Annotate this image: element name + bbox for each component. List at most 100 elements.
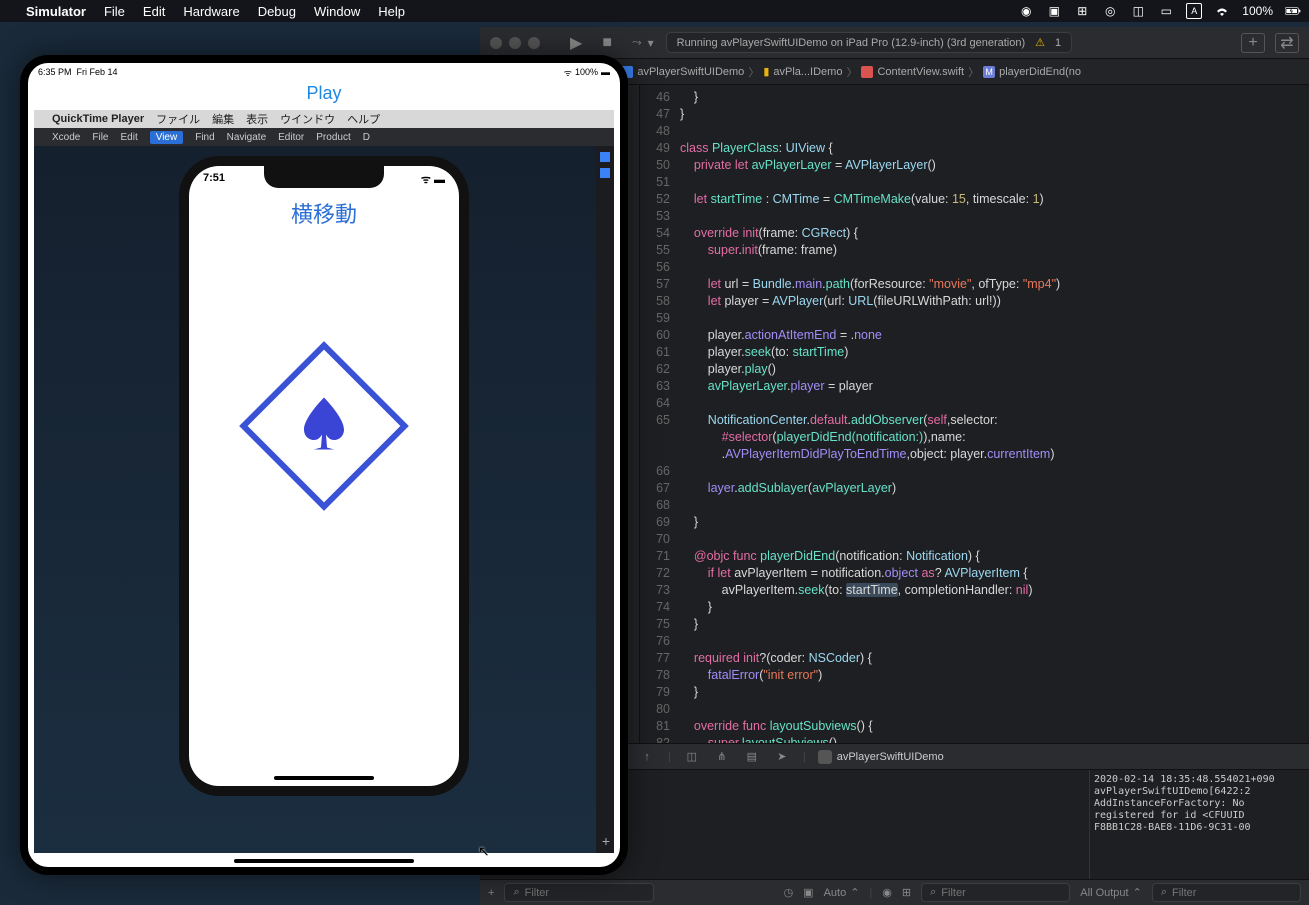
battery-icon[interactable] (1285, 3, 1301, 19)
macos-menubar: Simulator File Edit Hardware Debug Windo… (0, 0, 1309, 22)
ipad-date: Fri Feb 14 (77, 67, 118, 77)
expand-icon[interactable]: ▣ (803, 886, 813, 899)
iphone-notch (264, 166, 384, 188)
ipad-time: 6:35 PM (38, 67, 72, 77)
swift-file-icon (861, 66, 873, 78)
iphone-app-title: 横移動 (189, 197, 459, 229)
crumb-project[interactable]: avPlayerSwiftUIDemo (637, 66, 744, 78)
run-button[interactable]: ▶ (570, 33, 582, 53)
battery-icon: ▬ (601, 67, 610, 77)
active-app-name[interactable]: Simulator (26, 4, 86, 19)
eye-icon[interactable]: ◉ (882, 886, 892, 899)
auto-selector[interactable]: Auto⌃ (824, 886, 860, 899)
filter-input-1[interactable] (525, 887, 645, 899)
battery-percent: 100% (1242, 4, 1273, 18)
app-icon (818, 750, 832, 764)
xc-menu-item: File (92, 132, 108, 143)
xc-menu-item: Product (316, 132, 350, 143)
menubar-icon-2[interactable]: ⊞ (1074, 3, 1090, 19)
spade-icon (299, 396, 349, 457)
nav-icon (600, 152, 610, 162)
menubar-icon-3[interactable]: ◎ (1102, 3, 1118, 19)
code-review-button[interactable]: ⇄ (1275, 33, 1299, 53)
crumb-symbol[interactable]: playerDidEnd(no (999, 66, 1081, 78)
debug-footer: + ⌕ ◷ ▣ Auto⌃ | ◉ ⊞ ⌕ All Output⌃ ⌕ (480, 879, 1309, 905)
memory-graph-icon[interactable]: ⋔ (713, 750, 731, 763)
iphone-home-indicator (274, 776, 374, 780)
activity-viewer[interactable]: Running avPlayerSwiftUIDemo on iPad Pro … (666, 32, 1073, 53)
crumb-file[interactable]: ContentView.swift (877, 66, 964, 78)
scheme-selector[interactable]: ⤳▾ (632, 35, 654, 50)
minimize-dot[interactable] (509, 37, 521, 49)
xcode-toolbar: ▶ ■ ⤳▾ Running avPlayerSwiftUIDemo on iP… (480, 27, 1309, 59)
nav-icon (600, 168, 610, 178)
xc-menu-item: D (363, 132, 370, 143)
menu-file[interactable]: File (104, 4, 125, 19)
menu-debug[interactable]: Debug (258, 4, 296, 19)
wifi-icon[interactable] (1214, 3, 1230, 19)
breadcrumb[interactable]: avPlayerSwiftUIDemo 〉 ▮ avPla...IDemo 〉 … (621, 64, 1081, 80)
clock-icon[interactable]: ◷ (784, 886, 794, 899)
iphone-time: 7:51 (203, 172, 225, 187)
input-source-icon[interactable]: A (1186, 3, 1202, 19)
qt-menu-item: 編集 (212, 111, 234, 127)
process-selector[interactable]: avPlayerSwiftUIDemo (818, 750, 944, 764)
window-traffic-lights[interactable] (480, 37, 550, 49)
qt-menu-item: ヘルプ (347, 111, 380, 127)
console-output[interactable]: 2020-02-14 18:35:48.554021+090 avPlayerS… (1089, 770, 1309, 879)
menu-hardware[interactable]: Hardware (183, 4, 239, 19)
menubar-icon-4[interactable]: ◫ (1130, 3, 1146, 19)
menu-window[interactable]: Window (314, 4, 360, 19)
menu-help[interactable]: Help (378, 4, 405, 19)
step-out-icon[interactable]: ↑ (638, 751, 656, 763)
simulator-window[interactable]: 6:35 PM Fri Feb 14 ᯤ 100% ▬ Play QuickTi… (20, 55, 628, 875)
inner-navigator (596, 146, 614, 853)
filter-icon: ⌕ (930, 886, 936, 899)
menubar-icon-1[interactable]: ▣ (1046, 3, 1062, 19)
grid-icon[interactable]: ⊞ (902, 886, 911, 899)
ipad-home-indicator (234, 859, 414, 863)
video-content: QuickTime Player ファイル 編集 表示 ウインドウ ヘルプ Xc… (34, 110, 614, 853)
inner-iphone-simulator: 7:51 ᯤ ▬ 横移動 (179, 156, 469, 796)
filter-input-2[interactable] (941, 887, 1061, 899)
close-dot[interactable] (490, 37, 502, 49)
xcode-app-name: Xcode (52, 132, 80, 143)
environment-icon[interactable]: ▤ (743, 750, 761, 763)
view-debug-icon[interactable]: ◫ (683, 750, 701, 763)
filter-icon: ⌕ (513, 886, 519, 899)
filter-box-2[interactable]: ⌕ (921, 883, 1070, 902)
iphone-status-icons: ᯤ ▬ (421, 172, 445, 187)
activity-text: Running avPlayerSwiftUIDemo on iPad Pro … (677, 37, 1026, 49)
stop-button[interactable]: ■ (602, 34, 612, 52)
wifi-icon: ᯤ (564, 66, 572, 79)
inner-xcode-menubar: Xcode File Edit View Find Navigate Edito… (34, 128, 614, 146)
ipad-battery: 100% (575, 67, 598, 77)
warning-count: 1 (1055, 37, 1061, 49)
location-icon[interactable]: ➤ (773, 750, 791, 763)
xc-menu-item: Editor (278, 132, 304, 143)
airplay-icon[interactable]: ▭ (1158, 3, 1174, 19)
ipad-screen[interactable]: 6:35 PM Fri Feb 14 ᯤ 100% ▬ Play QuickTi… (28, 63, 620, 867)
qt-menu-item: ウインドウ (280, 111, 335, 127)
output-selector[interactable]: All Output⌃ (1080, 886, 1142, 899)
zoom-dot[interactable] (528, 37, 540, 49)
qt-app-name: QuickTime Player (52, 113, 144, 125)
xc-menu-item-selected: View (150, 131, 184, 144)
library-button[interactable]: + (1241, 33, 1265, 53)
crumb-folder[interactable]: avPla...IDemo (773, 66, 842, 78)
filter-icon: ⌕ (1161, 886, 1167, 899)
ipad-status-bar: 6:35 PM Fri Feb 14 ᯤ 100% ▬ (28, 63, 620, 79)
menu-edit[interactable]: Edit (143, 4, 165, 19)
filter-input-3[interactable] (1172, 887, 1292, 899)
process-name: avPlayerSwiftUIDemo (837, 751, 944, 763)
code-editor[interactable]: 46 }47}4849class PlayerClass: UIView {50… (640, 85, 1309, 743)
add-button[interactable]: + (488, 887, 494, 899)
xc-menu-item: Find (195, 132, 214, 143)
qt-menu-item: ファイル (156, 111, 200, 127)
warning-icon[interactable]: ⚠ (1035, 36, 1045, 49)
screen-record-icon[interactable]: ◉ (1018, 3, 1034, 19)
xc-menu-item: Navigate (227, 132, 266, 143)
filter-box-3[interactable]: ⌕ (1152, 883, 1301, 902)
filter-box-1[interactable]: ⌕ (504, 883, 653, 902)
play-button[interactable]: Play (28, 79, 620, 110)
